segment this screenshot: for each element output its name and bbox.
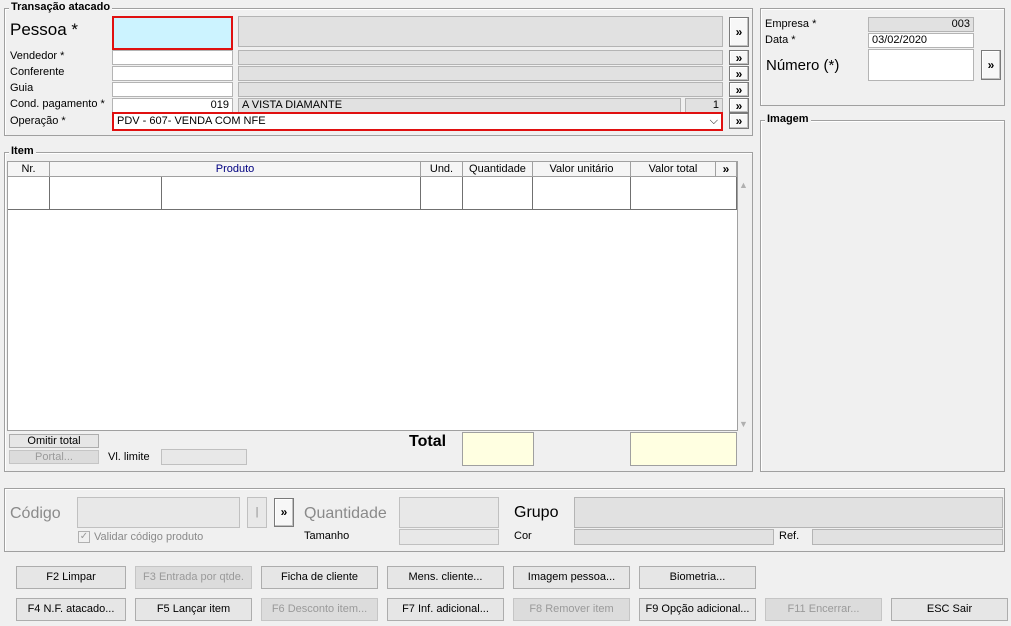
vendedor-label: Vendedor * [10,50,65,62]
ref-label: Ref. [779,530,800,542]
pessoa-code-input[interactable] [112,16,233,50]
total-quantidade-field [462,432,534,466]
col-header-more-button[interactable]: » [716,162,737,177]
operacao-label: Operação * [10,115,66,127]
ficha-cliente-button[interactable]: Ficha de cliente [261,566,378,589]
mens-cliente-button[interactable]: Mens. cliente... [387,566,504,589]
conferente-label: Conferente [10,66,65,78]
conferente-code-input[interactable] [112,66,233,81]
pessoa-more-button[interactable]: » [729,17,749,47]
operacao-select[interactable]: PDV - 607- VENDA COM NFE ⌵ [112,112,723,131]
cond-pagamento-label: Cond. pagamento * [10,98,105,110]
table-cell [8,177,50,209]
data-input[interactable]: 03/02/2020 [868,33,974,48]
codigo-label: Código [10,505,61,522]
f5-lancar-item-button[interactable]: F5 Lançar item [135,598,252,621]
scroll-down-icon[interactable]: ▼ [739,419,748,429]
table-cell [421,177,463,209]
quantidade-input[interactable] [399,497,499,528]
imagem-group: Imagem [760,113,1005,472]
imagem-group-title: Imagem [765,113,811,125]
biometria-button[interactable]: Biometria... [639,566,756,589]
f11-encerrar-button[interactable]: F11 Encerrar... [765,598,882,621]
vendedor-code-input[interactable] [112,50,233,65]
f3-entrada-qtde-button[interactable]: F3 Entrada por qtde. [135,566,252,589]
operacao-value: PDV - 607- VENDA COM NFE [117,115,266,127]
col-header-valor-total[interactable]: Valor total [631,162,716,177]
col-header-produto[interactable]: Produto [50,162,421,177]
chevron-down-icon: ⌵ [709,115,718,127]
codigo-separator: | [247,497,267,528]
validar-checkbox-icon[interactable]: ✓ [78,531,90,543]
numero-more-button[interactable]: » [981,50,1001,80]
cond-pagamento-name-field: A VISTA DIAMANTE [238,98,681,113]
codigo-input[interactable] [77,497,240,528]
table-cell [463,177,533,209]
table-cell [50,177,162,209]
cond-pagamento-code-input[interactable]: 019 [112,98,233,113]
esc-sair-button[interactable]: ESC Sair [891,598,1008,621]
guia-code-input[interactable] [112,82,233,97]
f8-remover-item-button[interactable]: F8 Remover item [513,598,630,621]
operacao-more-button[interactable]: » [729,113,749,129]
data-label: Data * [765,34,796,46]
total-label: Total [409,433,447,450]
cond-pagamento-more-button[interactable]: » [729,98,749,113]
grupo-field [574,497,1003,528]
numero-input[interactable] [868,49,974,81]
items-table[interactable]: Nr. Produto Und. Quantidade Valor unitár… [7,161,748,431]
vendedor-more-button[interactable]: » [729,50,749,65]
imagem-pessoa-button[interactable]: Imagem pessoa... [513,566,630,589]
cor-label: Cor [514,530,532,542]
total-valor-field [630,432,737,466]
tamanho-field [399,529,499,545]
grupo-label: Grupo [514,504,559,521]
guia-more-button[interactable]: » [729,82,749,97]
omitir-total-button[interactable]: Omitir total [9,434,99,448]
pessoa-label: Pessoa * [10,20,79,39]
table-cell [162,177,421,209]
f2-limpar-button[interactable]: F2 Limpar [16,566,126,589]
cond-pagamento-qty-field: 1 [685,98,723,113]
empresa-field: 003 [868,17,974,32]
empresa-label: Empresa * [765,18,817,30]
cor-field [574,529,774,545]
ref-field [812,529,1003,545]
guia-label: Guia [10,82,34,94]
table-cell [533,177,631,209]
quantidade-label: Quantidade [304,505,387,522]
col-header-quantidade[interactable]: Quantidade [463,162,533,177]
vl-limite-field [161,449,247,465]
col-header-und[interactable]: Und. [421,162,463,177]
validar-codigo-label: Validar código produto [94,531,204,543]
table-cell [631,177,737,209]
item-group-title: Item [9,145,36,157]
scroll-up-icon[interactable]: ▲ [739,180,748,190]
f6-desconto-item-button[interactable]: F6 Desconto item... [261,598,378,621]
codigo-more-button[interactable]: » [274,498,294,527]
table-row[interactable] [8,177,737,210]
vendedor-name-field [238,50,723,65]
conferente-more-button[interactable]: » [729,66,749,81]
col-header-nr[interactable]: Nr. [8,162,50,177]
f7-inf-adicional-button[interactable]: F7 Inf. adicional... [387,598,504,621]
transacao-group-title: Transação atacado [9,1,113,13]
guia-name-field [238,82,723,97]
f4-nf-atacado-button[interactable]: F4 N.F. atacado... [16,598,126,621]
tamanho-label: Tamanho [304,530,350,542]
pessoa-name-field [238,16,723,47]
conferente-name-field [238,66,723,81]
numero-label: Número (*) [766,57,840,74]
col-header-valor-unitario[interactable]: Valor unitário [533,162,631,177]
f9-opcao-adicional-button[interactable]: F9 Opção adicional... [639,598,756,621]
vl-limite-label: Vl. limite [108,451,150,463]
portal-button[interactable]: Portal... [9,450,99,464]
